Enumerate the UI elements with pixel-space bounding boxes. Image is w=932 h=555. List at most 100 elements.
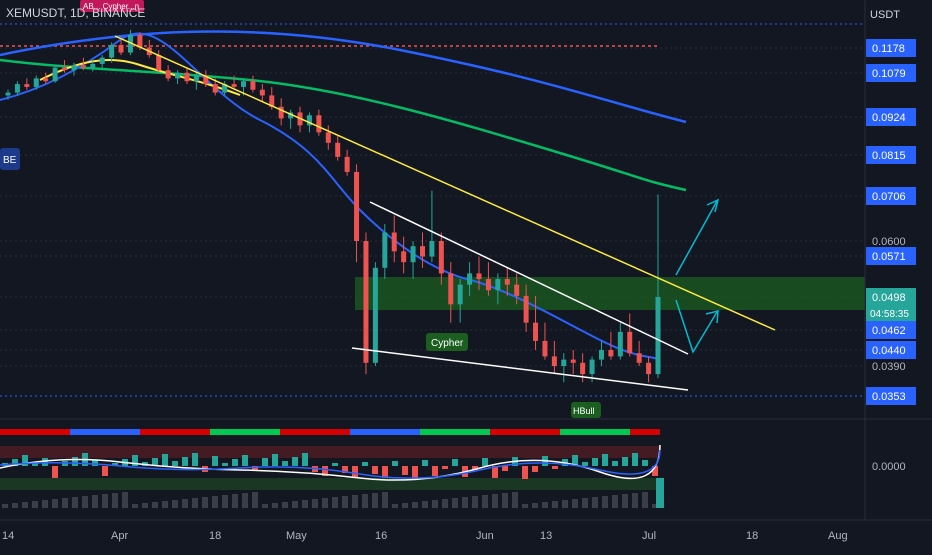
candle-body [372,267,378,363]
indicator-strip [70,429,80,435]
indicator-strip [460,429,470,435]
indicator-histogram [292,457,298,466]
indicator-strip [220,429,230,435]
candle-body [580,362,586,375]
currency-label: USDT [870,9,900,21]
indicator-histogram [162,454,168,466]
candle-body [598,350,604,360]
candle-body [457,284,463,305]
indicator-strip [600,429,610,435]
indicator-strip [60,429,70,435]
indicator-histogram [452,459,458,466]
ma-long [0,30,687,124]
candle-body [33,78,39,87]
candle-body [495,279,501,291]
candle-body [354,171,360,241]
indicator-strip [590,429,600,435]
candle-body [99,57,105,64]
indicator-strip [290,429,300,435]
indicator-histogram [172,461,178,466]
be-label: BE [3,155,17,166]
volume-bar [402,503,408,508]
price-tick-label: 0.0571 [872,251,906,263]
volume-bar [132,504,138,508]
volume-bar [32,501,38,508]
volume-bar [122,492,128,508]
candle-body [589,359,595,375]
indicator-histogram [552,466,558,469]
volume-bar [632,493,638,508]
volume-bar [12,503,18,508]
candle-body [448,273,454,305]
indicator-strip [360,429,370,435]
candle-body [90,63,96,68]
indicator-histogram [272,454,278,466]
indicator-histogram [102,466,108,476]
indicator-histogram [602,454,608,466]
indicator-strip [160,429,170,435]
candle-body [5,92,11,96]
indicator-histogram [372,466,378,474]
volume-bar [382,492,388,508]
indicator-strip [250,429,260,435]
indicator-strip [580,429,590,435]
volume-bar [2,504,8,508]
volume-bar [212,496,218,508]
volume-bar [22,502,28,508]
candle-body [570,359,576,363]
indicator-strip [640,429,650,435]
candle-body [156,55,162,71]
indicator-strip [470,429,480,435]
indicator-strip [210,429,220,435]
volume-bar [52,499,58,508]
indicator-strip [390,429,400,435]
price-tick-label: 0.1178 [872,43,905,55]
indicator-strip [230,429,240,435]
volume-bar [312,499,318,508]
volume-bar [492,494,498,508]
volume-bar [62,498,68,508]
volume-bar [572,499,578,508]
indicator-strip [530,429,540,435]
volume-bar [72,497,78,508]
price-chart-svg[interactable]: 0.1178 0.1079 0.0924 0.0815 0.0706 0.0600 0.05… [0,0,932,550]
indicator-strip [500,429,510,435]
candle-body [344,156,350,172]
candle-body [467,273,473,285]
candle-body [165,70,171,79]
indicator-strip [610,429,620,435]
volume-bar [272,503,278,508]
candle-body [316,115,322,133]
chart-area[interactable]: 0.1178 0.1079 0.0924 0.0815 0.0706 0.0600 0.05… [0,0,932,550]
volume-bar [482,495,488,508]
volume-bar [412,502,418,508]
volume-bar [42,500,48,508]
ma-short [0,32,661,361]
indicator-strip [570,429,580,435]
candle-body [551,356,557,366]
candle-body [542,340,548,357]
candle-body [410,246,416,263]
indicator-strip [480,429,490,435]
indicator-strip [450,429,460,435]
indicator-strip [260,429,270,435]
indicator-strip [440,429,450,435]
indicator-value-label: 0.0000 [872,461,906,473]
indicator-histogram [532,466,538,472]
volume-bar [442,499,448,508]
projection-arrow-up [675,200,718,276]
time-tick-label: Jun [476,530,494,542]
indicator-strip [80,429,90,435]
candle-body [485,279,491,291]
indicator-histogram [212,456,218,466]
candle-body [401,251,407,263]
candle-body [24,84,30,87]
indicator-strip [190,429,200,435]
time-tick-label: 14 [2,530,14,542]
candle-body [212,84,218,93]
volume-bar [352,495,358,508]
volume-bar [102,494,108,508]
candle-body [533,322,539,341]
indicator-strip [320,429,330,435]
volume-bar [112,493,118,508]
